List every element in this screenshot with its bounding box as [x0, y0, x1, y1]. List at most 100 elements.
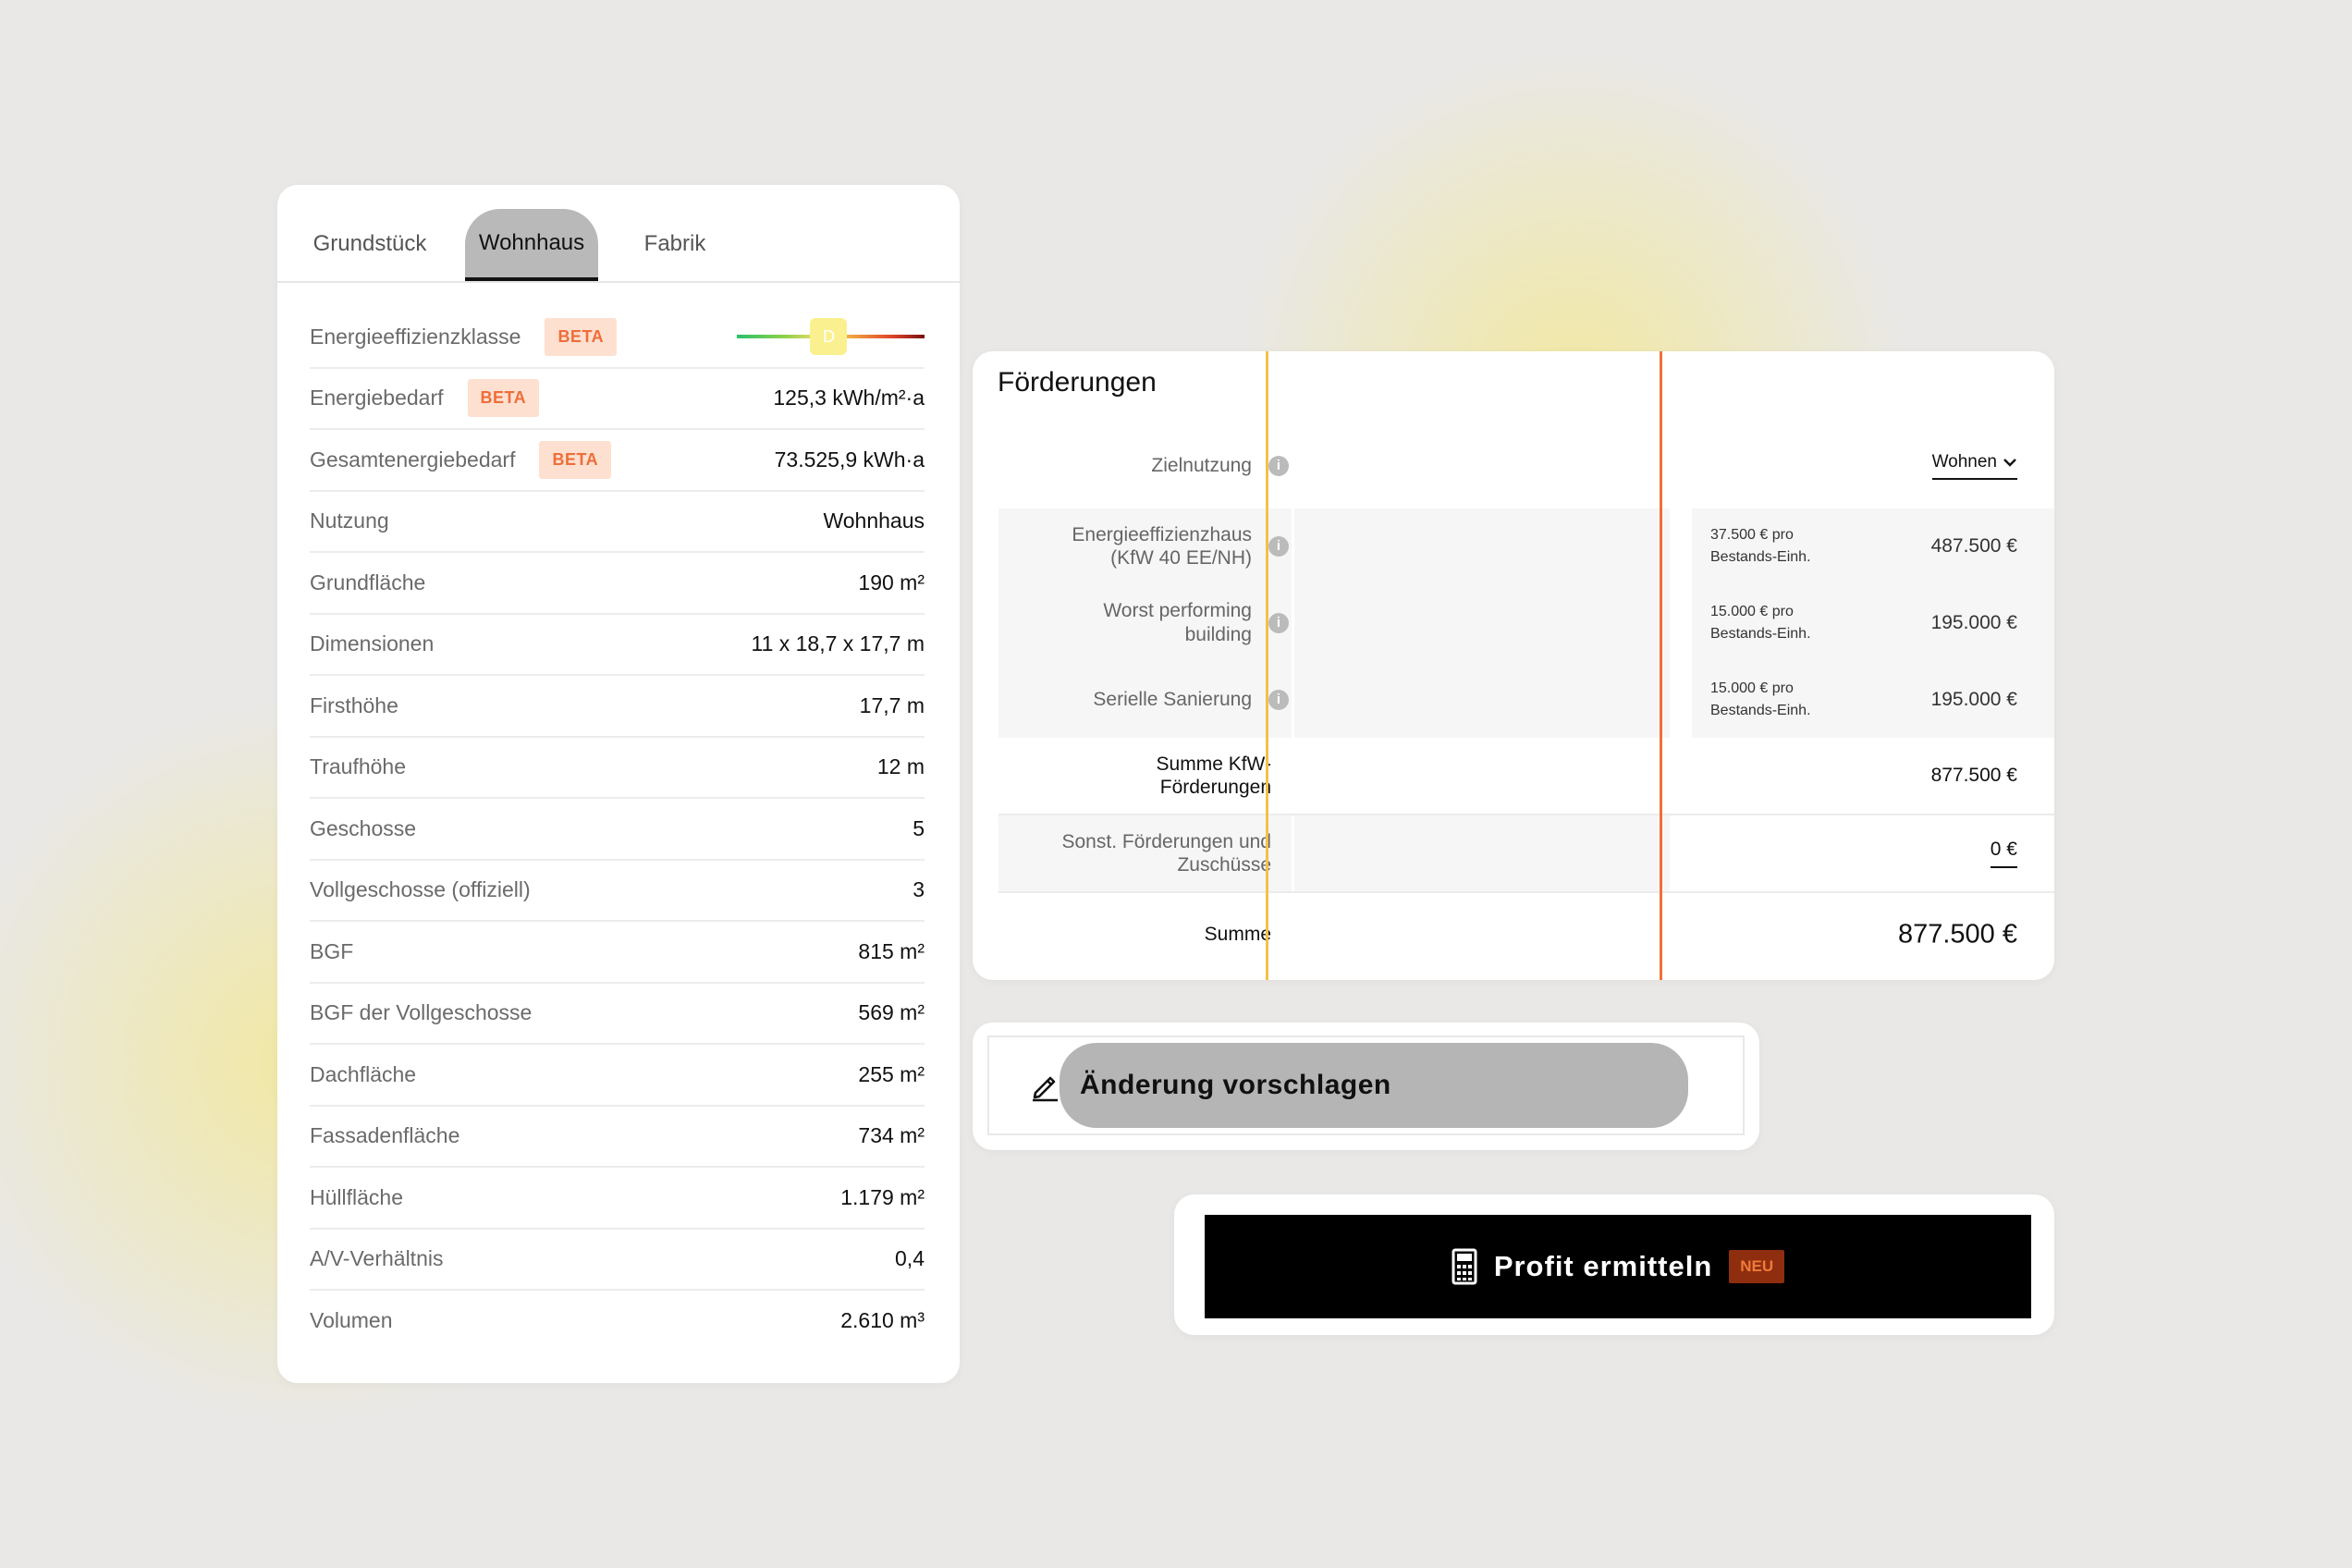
property-label: BGF der Vollgeschosse [310, 1000, 533, 1025]
tab-bar: Grundstück Wohnhaus Fabrik [277, 185, 960, 283]
tab-fabrik[interactable]: Fabrik [629, 209, 721, 279]
profit-card: Profit ermitteln NEU [1174, 1194, 2054, 1335]
property-value: 815 m² [858, 938, 925, 963]
property-label: Dimensionen [310, 631, 435, 656]
property-row-gesamtenergiebedarf: Gesamtenergiebedarf BETA 73.525,9 kWh·a [310, 430, 925, 492]
property-value: 5 [913, 815, 925, 840]
property-label: Firsthöhe [310, 692, 398, 717]
funding-row-sonstige: Sonst. Förderungen und Zuschüsse 0 € [998, 814, 2054, 891]
tab-grundstueck[interactable]: Grundstück [305, 209, 435, 279]
property-row-bgf: BGF 815 m² [310, 922, 925, 984]
funding-label: Summe [1204, 924, 1271, 946]
funding-detail: Bestands-Einh. [1710, 549, 1811, 565]
info-icon[interactable]: i [1268, 456, 1289, 476]
pencil-icon [1033, 1076, 1058, 1102]
property-value: 125,3 kWh/m²·a [773, 386, 925, 410]
property-row-energieeffizienzklasse: Energieeffizienzklasse BETA D [310, 307, 925, 369]
property-row-nutzung: Nutzung Wohnhaus [310, 492, 925, 553]
beta-badge: BETA [467, 379, 540, 418]
property-label: Fassadenfläche [310, 1123, 460, 1148]
chevron-down-icon [2003, 459, 2016, 467]
property-row-fassadenflaeche: Fassadenfläche 734 m² [310, 1107, 925, 1168]
suggest-card: Änderung vorschlagen [973, 1023, 1759, 1150]
property-value: 17,7 m [859, 692, 925, 717]
funding-amount: 195.000 € [1930, 688, 2017, 710]
property-value: 255 m² [858, 1061, 925, 1086]
property-row-firsthoehe: Firsthöhe 17,7 m [310, 676, 925, 738]
beta-badge: BETA [539, 440, 612, 479]
funding-row-effizienzhaus: Energieeffizienzhaus (KfW 40 EE/NH) i 37.… [998, 508, 2054, 584]
property-label: Energiebedarf [310, 386, 444, 410]
property-label: Gesamtenergiebedarf [310, 447, 516, 472]
property-row-traufhoehe: Traufhöhe 12 m [310, 738, 925, 799]
property-label: Traufhöhe [310, 754, 406, 779]
calculator-icon [1452, 1248, 1477, 1285]
funding-detail: 15.000 € pro [1710, 603, 1794, 619]
funding-amount: 877.500 € [1930, 765, 2017, 786]
funding-title: Förderungen [998, 367, 1157, 398]
profit-label: Profit ermitteln [1493, 1250, 1713, 1282]
funding-total-amount: 877.500 € [1897, 919, 2017, 949]
property-label: Nutzung [310, 508, 389, 533]
property-row-grundflaeche: Grundfläche 190 m² [310, 553, 925, 615]
funding-detail: 37.500 € pro [1710, 527, 1794, 543]
column-divider [1266, 351, 1268, 980]
property-label: Hüllfläche [310, 1184, 403, 1209]
suggest-change-label: Änderung vorschlagen [1080, 1070, 1391, 1100]
property-label: Energieeffizienzklasse [310, 324, 521, 349]
funding-label: Energieeffizienzhaus (KfW 40 EE/NH) [1072, 523, 1252, 569]
property-row-energiebedarf: Energiebedarf BETA 125,3 kWh/m²·a [310, 369, 925, 430]
property-value: 569 m² [858, 1000, 925, 1025]
property-value: 0,4 [895, 1246, 925, 1271]
column-divider [1660, 351, 1662, 980]
suggest-change-button[interactable]: Änderung vorschlagen [987, 1035, 1745, 1135]
property-row-bgf-vollgeschosse: BGF der Vollgeschosse 569 m² [310, 984, 925, 1045]
property-row-dachflaeche: Dachfläche 255 m² [310, 1045, 925, 1107]
new-badge: NEU [1729, 1250, 1785, 1283]
property-label: Grundfläche [310, 570, 426, 594]
property-list: Energieeffizienzklasse BETA D Energiebeda… [310, 307, 925, 1351]
property-value: 2.610 m³ [840, 1307, 925, 1332]
other-funding-input[interactable]: 0 € [1990, 839, 2017, 868]
property-value: 190 m² [858, 570, 925, 594]
funding-row-summe-kfw: Summe KfW-Förderungen 877.500 € [998, 738, 2054, 814]
info-icon[interactable]: i [1268, 689, 1289, 710]
info-icon[interactable]: i [1268, 612, 1289, 633]
property-value: 1.179 m² [840, 1184, 925, 1209]
property-value: Wohnhaus [823, 508, 925, 533]
funding-detail: Bestands-Einh. [1710, 702, 1811, 718]
property-row-volumen: Volumen 2.610 m³ [310, 1291, 925, 1351]
property-label: BGF [310, 938, 354, 963]
property-label: Volumen [310, 1307, 393, 1332]
funding-detail: Bestands-Einh. [1710, 625, 1811, 642]
funding-amount: 487.500 € [1930, 535, 2017, 557]
property-value: 73.525,9 kWh·a [774, 447, 925, 472]
property-row-geschosse: Geschosse 5 [310, 799, 925, 861]
property-label: Vollgeschosse (offiziell) [310, 877, 531, 902]
profit-button[interactable]: Profit ermitteln NEU [1205, 1215, 2031, 1318]
beta-badge: BETA [545, 317, 618, 356]
property-value: 3 [913, 877, 925, 902]
energy-class-marker: D [810, 318, 848, 356]
funding-label: Worst performing building [1103, 600, 1252, 645]
zielnutzung-value: Wohnen [1931, 452, 1997, 472]
info-icon[interactable]: i [1268, 536, 1289, 557]
tab-wohnhaus[interactable]: Wohnhaus [465, 209, 598, 281]
property-label: Dachfläche [310, 1061, 417, 1086]
property-row-vollgeschosse: Vollgeschosse (offiziell) 3 [310, 861, 925, 922]
funding-detail: 15.000 € pro [1710, 680, 1794, 696]
property-value: 12 m [876, 754, 925, 779]
zielnutzung-select[interactable]: Wohnen [1931, 452, 2017, 480]
funding-card: Förderungen Zielnutzung i Wohnen Energiee… [973, 351, 2054, 980]
funding-label: Serielle Sanierung [1093, 688, 1252, 710]
funding-label: Zielnutzung [1151, 455, 1252, 477]
property-card: Grundstück Wohnhaus Fabrik Energieeffizi… [277, 185, 960, 1383]
property-value: 11 x 18,7 x 17,7 m [751, 631, 925, 656]
property-row-huellflaeche: Hüllfläche 1.179 m² [310, 1168, 925, 1230]
property-label: A/V-Verhältnis [310, 1246, 444, 1271]
funding-row-summe: Summe 877.500 € [998, 891, 2054, 976]
property-row-av-verhaeltnis: A/V-Verhältnis 0,4 [310, 1230, 925, 1291]
funding-row-zielnutzung: Zielnutzung i Wohnen [998, 429, 2054, 503]
property-row-dimensionen: Dimensionen 11 x 18,7 x 17,7 m [310, 615, 925, 676]
funding-label: Sonst. Förderungen und Zuschüsse [1061, 830, 1272, 876]
